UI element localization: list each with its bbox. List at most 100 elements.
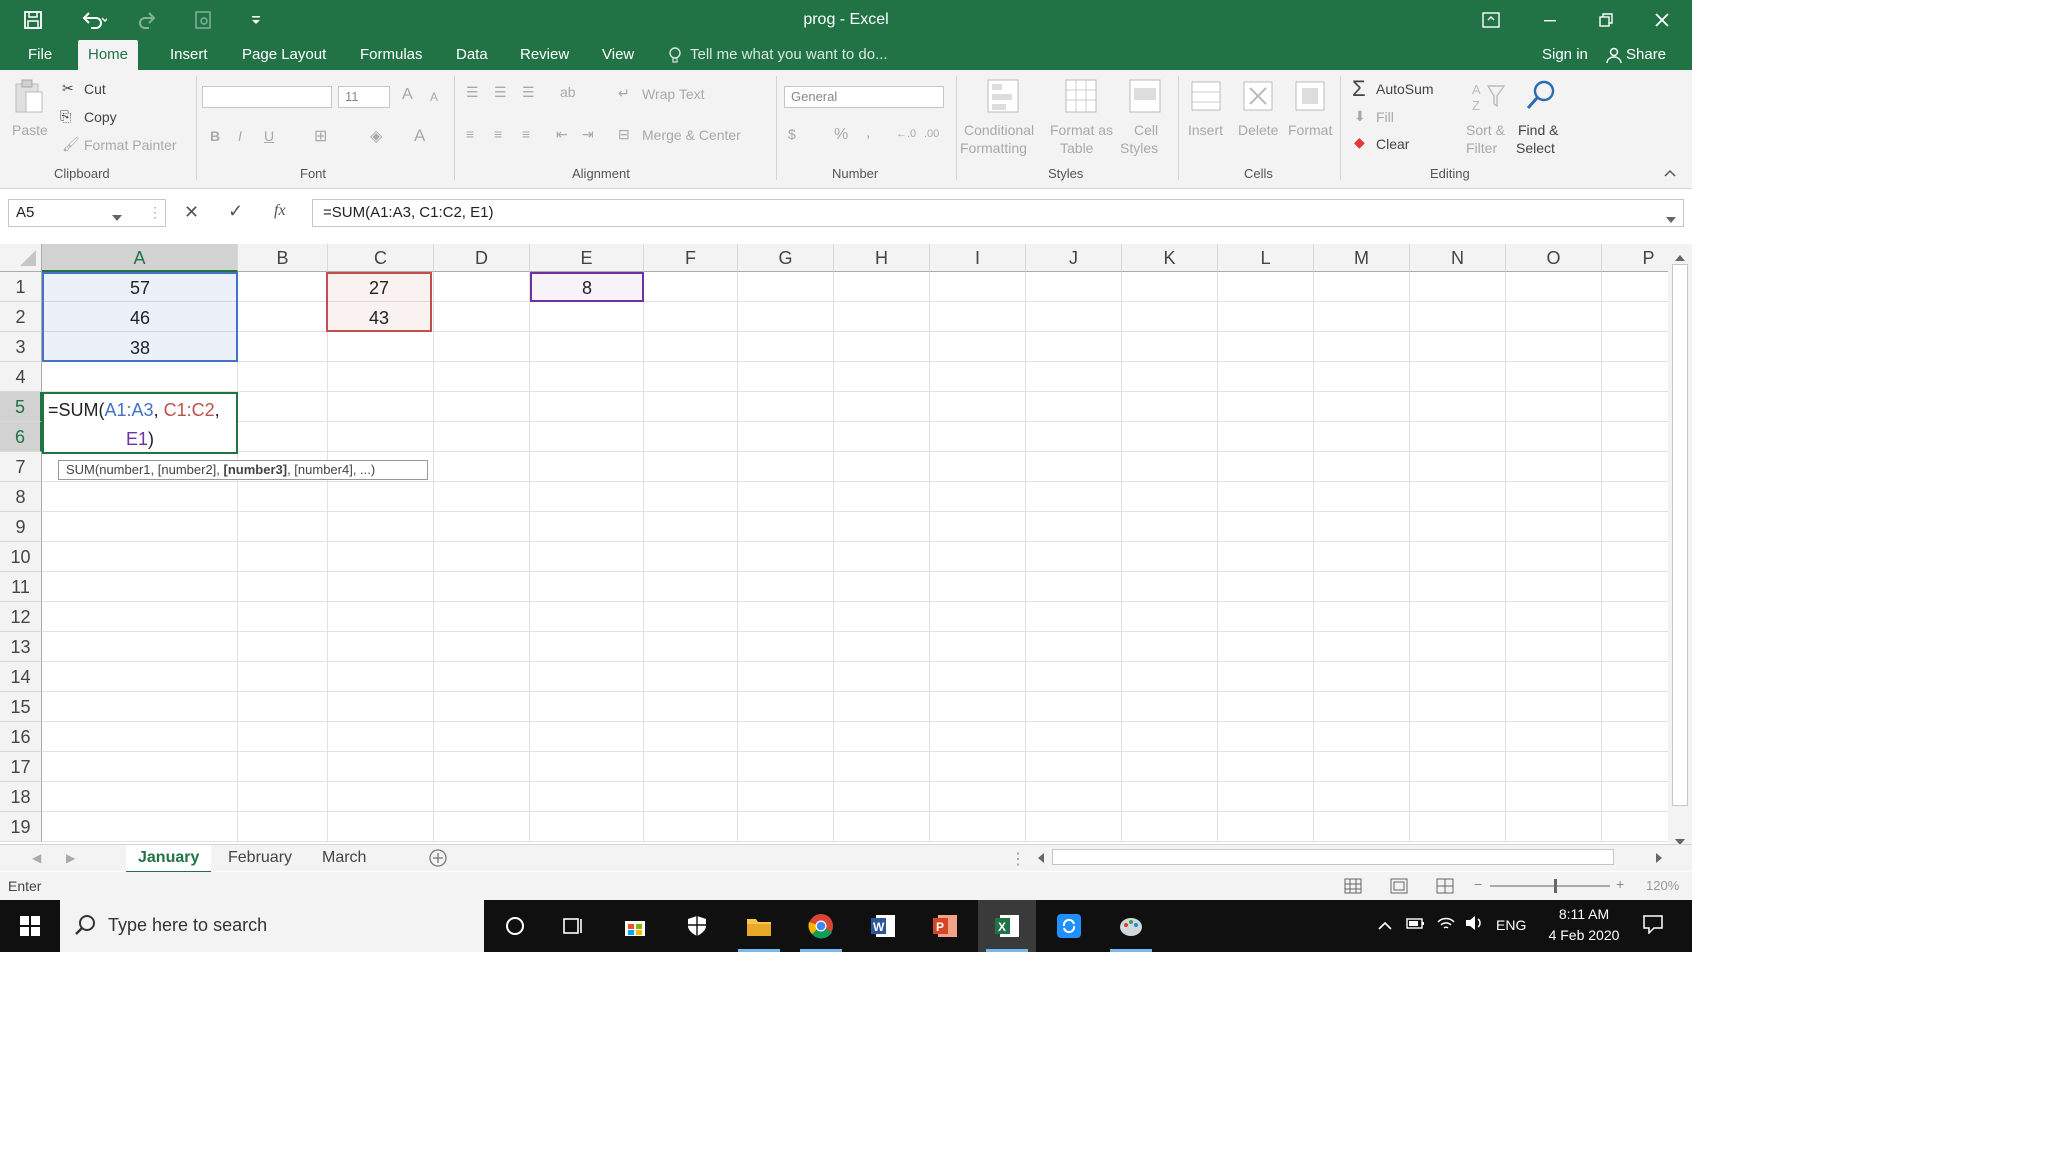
grid-cell[interactable] xyxy=(1506,602,1602,632)
file-explorer-icon[interactable] xyxy=(730,900,788,952)
name-box-dropdown-icon[interactable] xyxy=(112,208,122,226)
grid-cell[interactable] xyxy=(1026,512,1122,542)
grid-cell[interactable] xyxy=(1410,572,1506,602)
increase-indent-icon[interactable]: ⇥ xyxy=(582,126,594,143)
minimize-icon[interactable] xyxy=(1530,0,1570,40)
grid-cell[interactable] xyxy=(42,722,238,752)
column-header-f[interactable]: F xyxy=(644,244,738,272)
grid-cell[interactable] xyxy=(738,332,834,362)
tab-data[interactable]: Data xyxy=(446,40,498,70)
row-header-10[interactable]: 10 xyxy=(0,542,42,572)
page-break-view-icon[interactable] xyxy=(1436,878,1454,897)
grid-cell[interactable] xyxy=(1314,812,1410,842)
fill-button[interactable]: Fill xyxy=(1376,109,1394,125)
grid-cell[interactable] xyxy=(644,272,738,302)
grid-cell[interactable] xyxy=(738,752,834,782)
grid-cell[interactable] xyxy=(1506,692,1602,722)
grid-cell[interactable] xyxy=(930,302,1026,332)
grid-cell[interactable] xyxy=(834,332,930,362)
grid-cell[interactable] xyxy=(1218,782,1314,812)
grid-cell[interactable] xyxy=(328,362,434,392)
shrink-font-button[interactable]: A xyxy=(430,90,438,104)
tab-split-handle-icon[interactable]: ⋮ xyxy=(1010,849,1026,869)
italic-button[interactable]: I xyxy=(238,128,242,144)
grid-cell[interactable] xyxy=(434,512,530,542)
grid-cell[interactable] xyxy=(644,392,738,422)
grid-cell[interactable] xyxy=(1314,752,1410,782)
column-header-b[interactable]: B xyxy=(238,244,328,272)
grid-cell[interactable] xyxy=(328,812,434,842)
orientation-icon[interactable]: ab xyxy=(560,84,576,100)
grid-cell[interactable] xyxy=(930,752,1026,782)
grid-cell[interactable] xyxy=(1506,422,1602,452)
borders-icon[interactable]: ⊞ xyxy=(314,126,327,146)
column-header-i[interactable]: I xyxy=(930,244,1026,272)
grid-cell[interactable] xyxy=(1026,632,1122,662)
grid-cell[interactable] xyxy=(1314,782,1410,812)
grid-cell[interactable] xyxy=(530,392,644,422)
grid-cell[interactable] xyxy=(238,542,328,572)
grid-cell[interactable] xyxy=(644,452,738,482)
grid-cell[interactable] xyxy=(1122,272,1218,302)
grid-cell[interactable] xyxy=(530,302,644,332)
fill-color-icon[interactable]: ◈ xyxy=(370,126,382,146)
zoom-slider[interactable] xyxy=(1490,879,1610,893)
grid-cell[interactable] xyxy=(1410,632,1506,662)
cell-a3[interactable]: 38 xyxy=(42,334,238,362)
grid-cell[interactable] xyxy=(1410,302,1506,332)
grid-cell[interactable] xyxy=(1602,602,1668,632)
grid-cell[interactable] xyxy=(644,302,738,332)
grid-cell[interactable] xyxy=(930,392,1026,422)
grid-cell[interactable] xyxy=(738,362,834,392)
grid-cell[interactable] xyxy=(1122,812,1218,842)
wifi-icon[interactable] xyxy=(1436,914,1456,937)
font-color-button[interactable]: A xyxy=(414,126,425,146)
align-middle-icon[interactable]: ☰ xyxy=(494,84,507,101)
grid-cell[interactable] xyxy=(434,452,530,482)
grid-cell[interactable] xyxy=(530,542,644,572)
grid-cell[interactable] xyxy=(1026,722,1122,752)
tell-me-search[interactable]: Tell me what you want to do... xyxy=(690,40,888,70)
grid-cell[interactable] xyxy=(328,392,434,422)
grid-cell[interactable] xyxy=(1026,602,1122,632)
grid-cell[interactable] xyxy=(930,632,1026,662)
new-sheet-icon[interactable] xyxy=(428,848,448,873)
column-header-j[interactable]: J xyxy=(1026,244,1122,272)
column-header-l[interactable]: L xyxy=(1218,244,1314,272)
grid-cell[interactable] xyxy=(530,662,644,692)
grid-cell[interactable] xyxy=(1506,632,1602,662)
grid-cell[interactable] xyxy=(644,632,738,662)
store-icon[interactable] xyxy=(606,900,664,952)
grid-cell[interactable] xyxy=(328,752,434,782)
grid-cell[interactable] xyxy=(1026,422,1122,452)
column-header-a[interactable]: A xyxy=(42,244,238,272)
bold-button[interactable]: B xyxy=(210,128,220,144)
grid-cell[interactable] xyxy=(1410,362,1506,392)
grid-cell[interactable] xyxy=(328,542,434,572)
grid-cell[interactable] xyxy=(1122,722,1218,752)
cell-styles-line2[interactable]: Styles xyxy=(1120,140,1158,156)
find-select-line2[interactable]: Select xyxy=(1516,140,1555,156)
column-header-e[interactable]: E xyxy=(530,244,644,272)
grid-cell[interactable] xyxy=(1026,272,1122,302)
grid-cell[interactable] xyxy=(530,722,644,752)
grid-cell[interactable] xyxy=(1602,512,1668,542)
excel-taskbar-icon[interactable]: X xyxy=(978,900,1036,952)
grid-cell[interactable] xyxy=(644,692,738,722)
grid-cell[interactable] xyxy=(1314,392,1410,422)
grid-cell[interactable] xyxy=(834,602,930,632)
close-icon[interactable] xyxy=(1642,0,1682,40)
grid-cell[interactable] xyxy=(1410,662,1506,692)
security-shield-icon[interactable] xyxy=(668,900,726,952)
grid-cell[interactable] xyxy=(42,362,238,392)
find-select-line1[interactable]: Find & xyxy=(1518,122,1558,138)
grid-cell[interactable] xyxy=(738,692,834,722)
grid-cell[interactable] xyxy=(834,812,930,842)
grid-cell[interactable] xyxy=(530,362,644,392)
grid-cell[interactable] xyxy=(834,542,930,572)
tab-file[interactable]: File xyxy=(18,40,62,70)
merge-center-button[interactable]: Merge & Center xyxy=(642,127,741,143)
grid-cell[interactable] xyxy=(1410,482,1506,512)
grid-cell[interactable] xyxy=(1122,452,1218,482)
grid-cell[interactable] xyxy=(434,572,530,602)
